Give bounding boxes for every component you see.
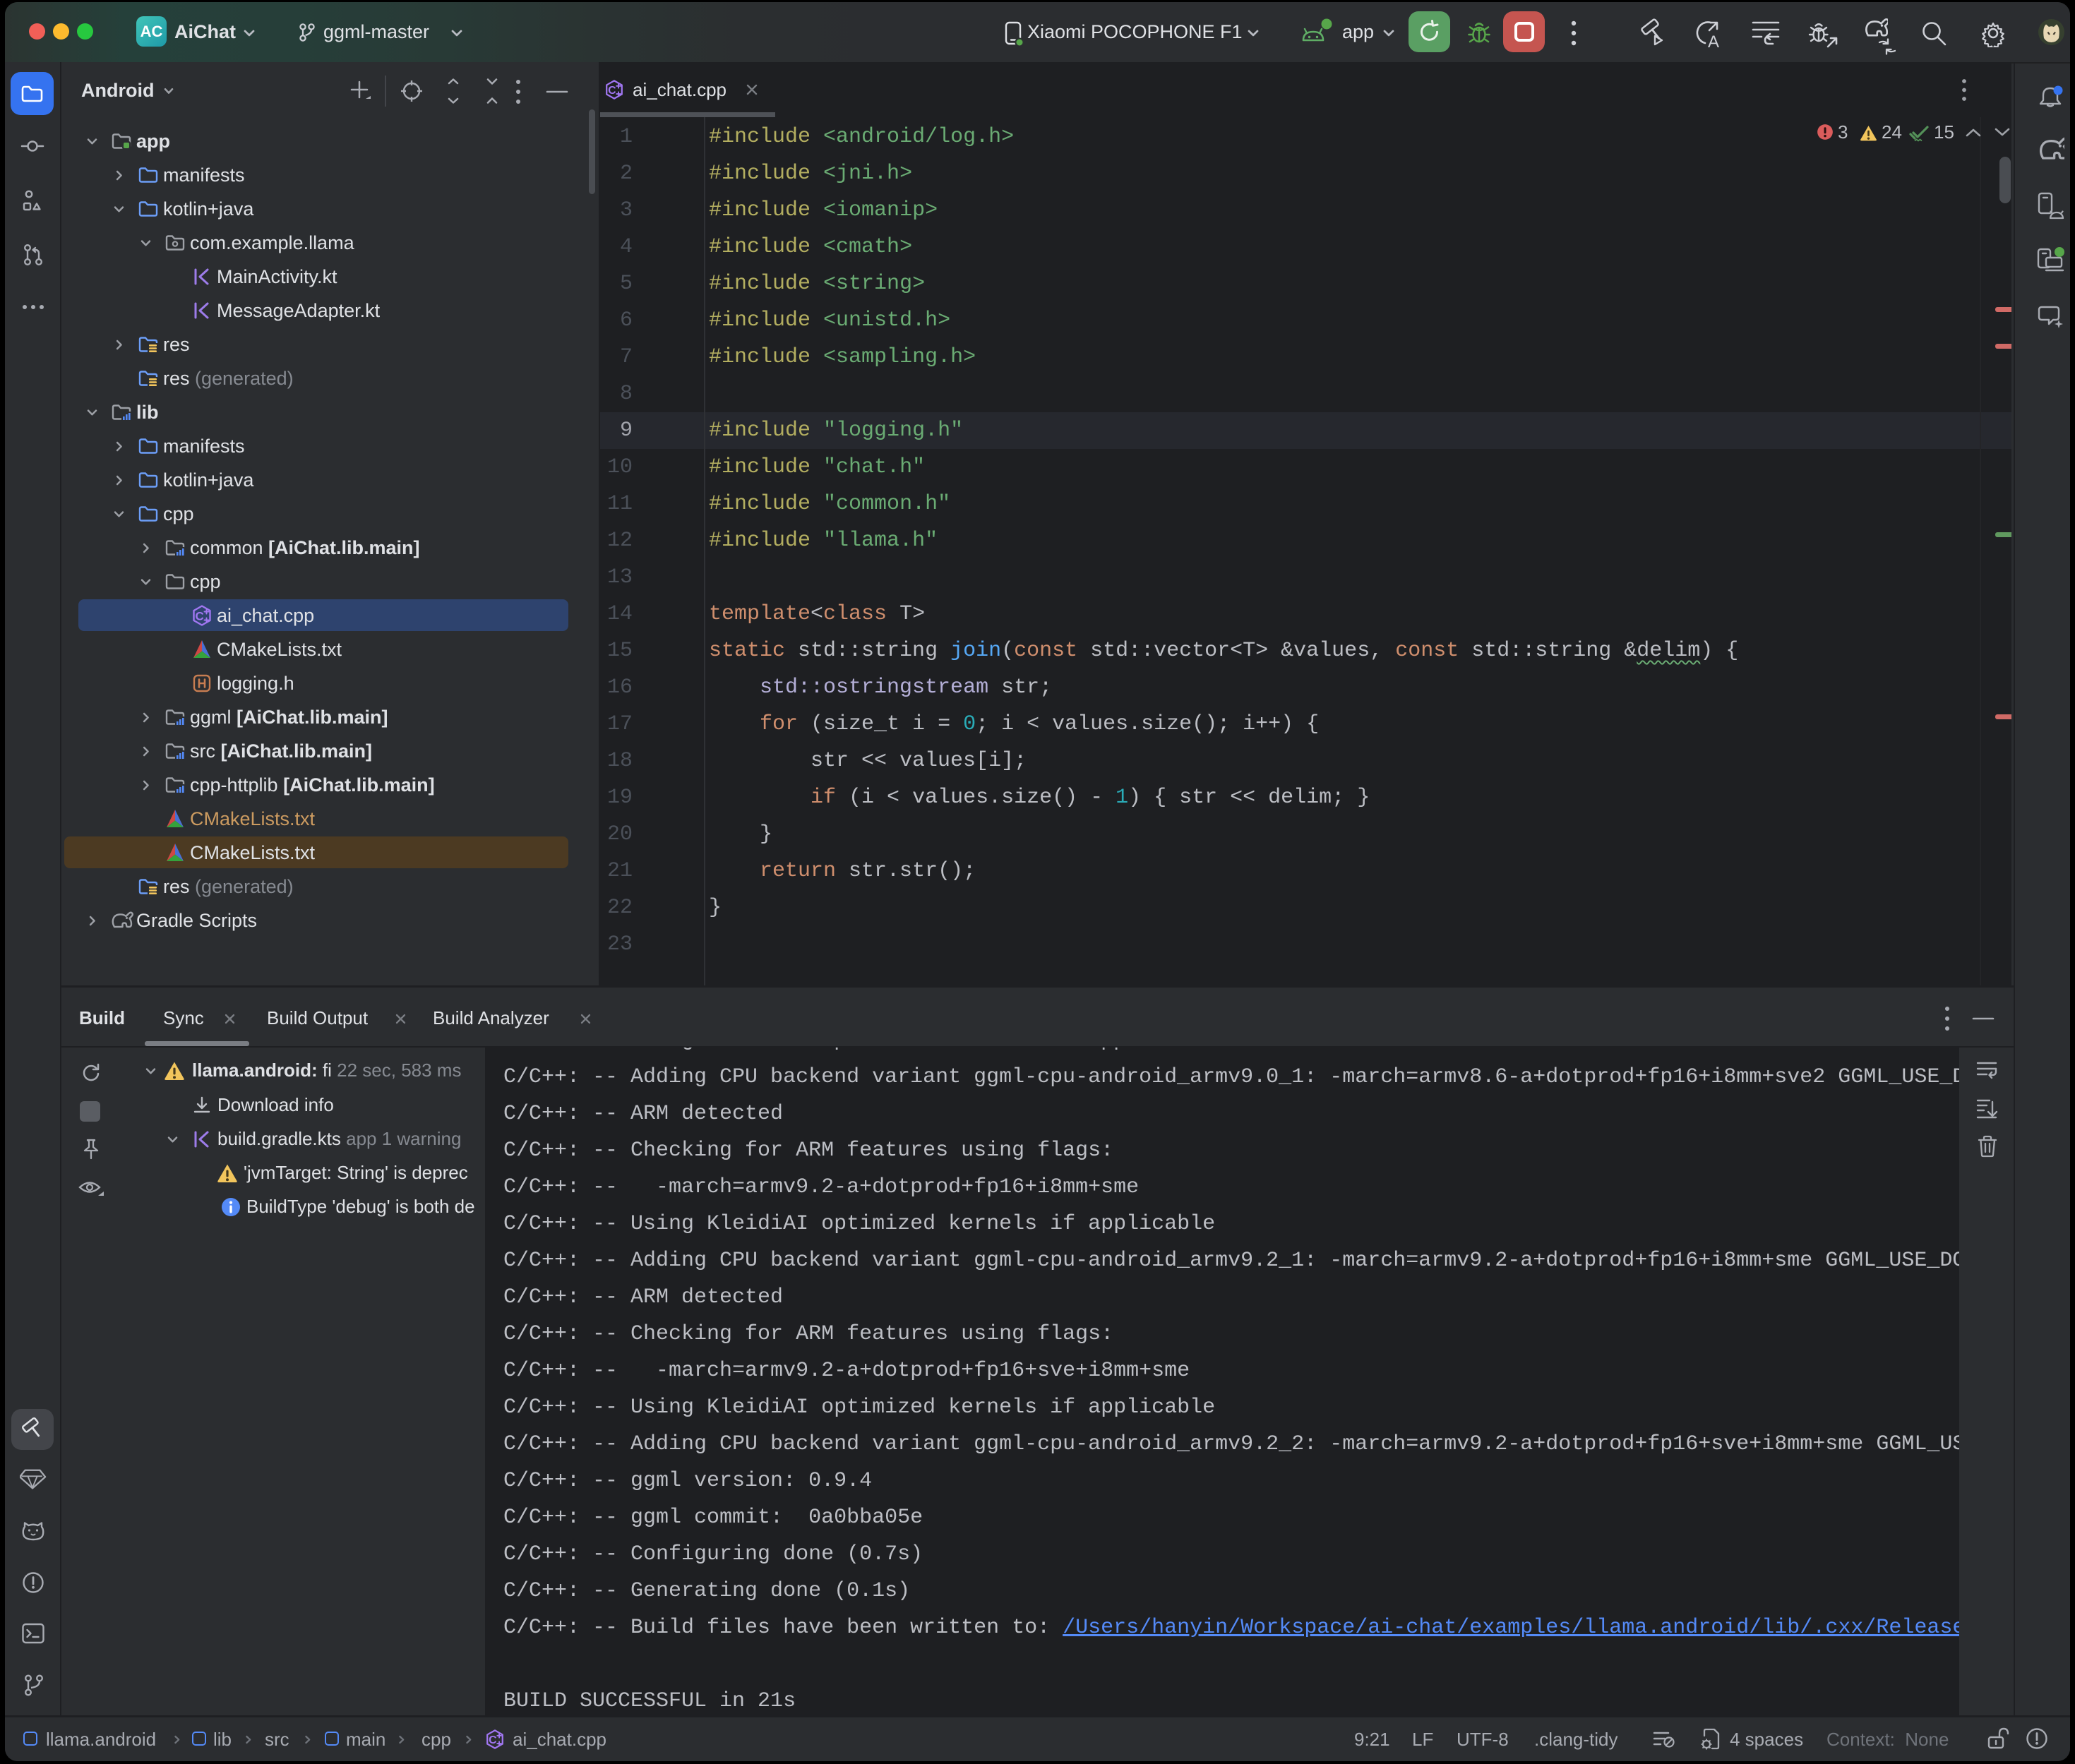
svg-text:C: C [489,1734,497,1746]
svg-text:C: C [196,610,204,623]
svg-text:A: A [1708,32,1719,50]
svg-text:C: C [608,85,616,97]
